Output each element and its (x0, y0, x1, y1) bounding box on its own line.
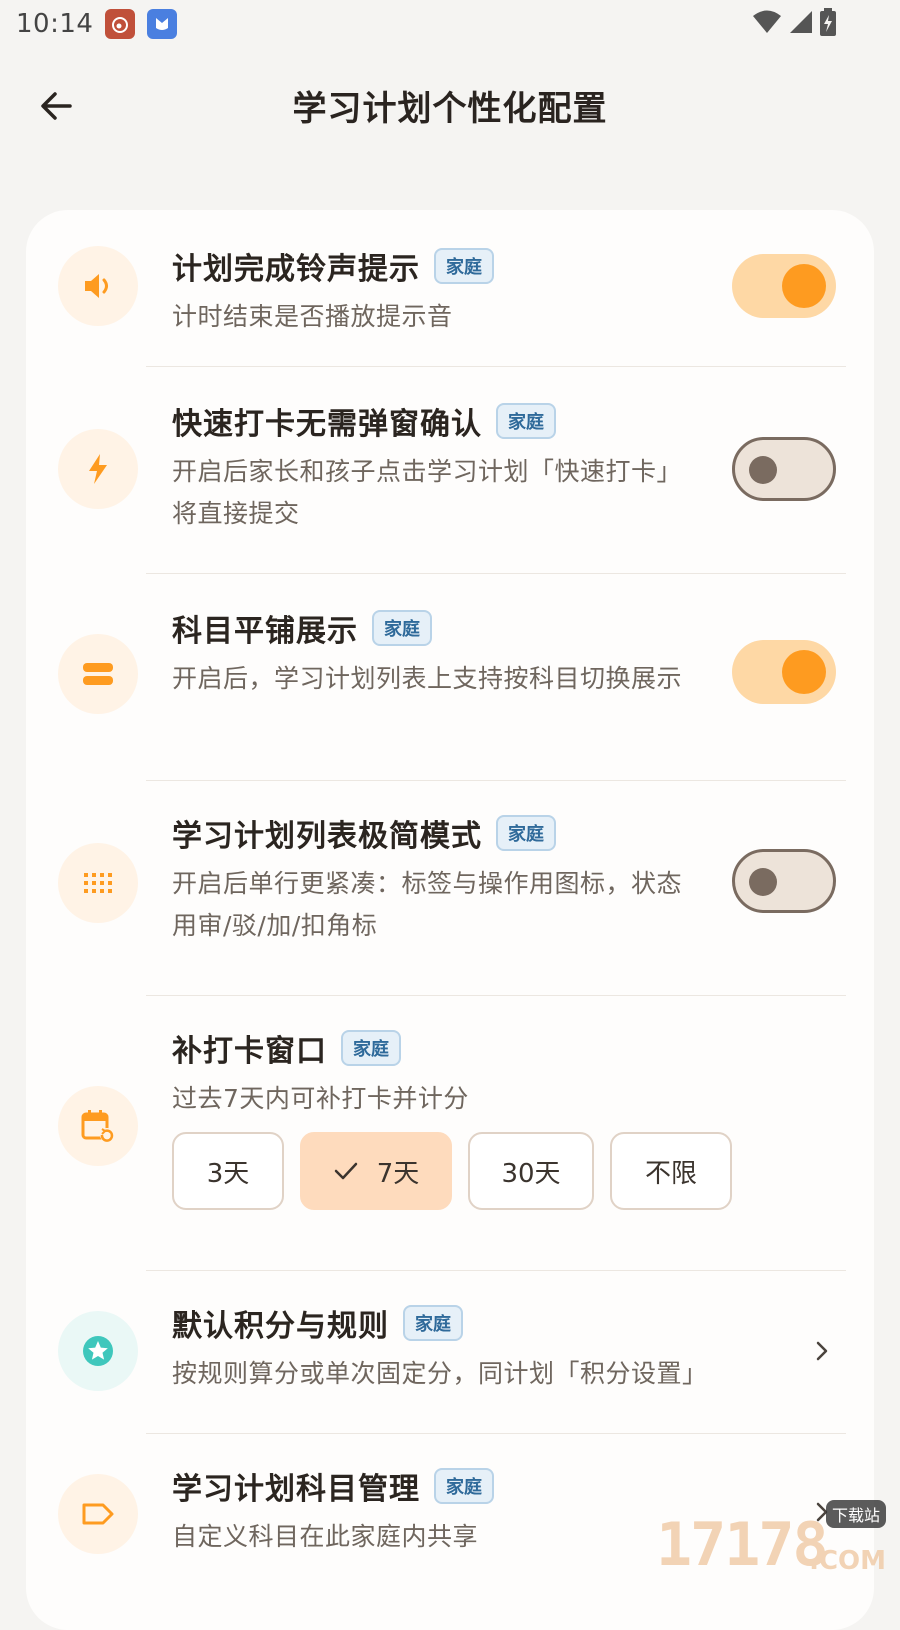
setting-title: 补打卡窗口 (172, 1034, 327, 1069)
family-badge: 家庭 (403, 1305, 463, 1341)
arrow-left-icon (41, 92, 72, 120)
site-watermark: 17178 下载站 .COM (656, 1500, 886, 1590)
status-indicators (752, 8, 836, 40)
back-button[interactable] (30, 80, 82, 132)
minimal-mode-toggle[interactable] (732, 849, 836, 913)
option-7-days[interactable]: 7天 (300, 1132, 452, 1210)
setting-description: 计时结束是否播放提示音 (172, 302, 453, 331)
setting-title: 学习计划列表极简模式 (172, 819, 482, 854)
calendar-refresh-icon (58, 1086, 138, 1166)
setting-row-minimal-mode: 学习计划列表极简模式 家庭 开启后单行更紧凑：标签与操作用图标，状态用审/驳/加… (26, 781, 874, 991)
option-30-days[interactable]: 30天 (468, 1132, 594, 1210)
setting-title: 科目平铺展示 (172, 614, 358, 649)
setting-row-default-points[interactable]: 默认积分与规则 家庭 按规则算分或单次固定分，同计划「积分设置」 (26, 1271, 874, 1433)
star-badge-icon (58, 1311, 138, 1391)
setting-description: 开启后单行更紧凑：标签与操作用图标，状态用审/驳/加/扣角标 (172, 869, 683, 940)
setting-row-subject-tiles: 科目平铺展示 家庭 开启后，学习计划列表上支持按科目切换展示 (26, 574, 874, 780)
app-notification-icon (147, 9, 178, 39)
volume-icon (58, 246, 138, 326)
completion-sound-toggle[interactable] (732, 254, 836, 318)
setting-title: 学习计划科目管理 (172, 1472, 420, 1507)
setting-description: 按规则算分或单次固定分，同计划「积分设置」 (172, 1359, 708, 1388)
option-unlimited[interactable]: 不限 (610, 1132, 732, 1210)
wifi-icon (752, 9, 782, 39)
settings-card: 计划完成铃声提示 家庭 计时结束是否播放提示音 快速打卡无需弹窗确认 家庭 开启… (26, 210, 874, 1630)
setting-row-completion-sound: 计划完成铃声提示 家庭 计时结束是否播放提示音 (26, 210, 874, 366)
signal-icon (788, 9, 814, 39)
watermark-number: 17178 (656, 1510, 829, 1580)
setting-title: 默认积分与规则 (172, 1309, 389, 1344)
family-badge: 家庭 (496, 815, 556, 851)
option-3-days[interactable]: 3天 (172, 1132, 284, 1210)
setting-title: 快速打卡无需弹窗确认 (172, 407, 482, 442)
watermark-tag: 下载站 (825, 1500, 886, 1528)
family-badge: 家庭 (434, 248, 494, 284)
chevron-right-icon (810, 1339, 834, 1363)
family-badge: 家庭 (372, 610, 432, 646)
grid-dots-icon (58, 843, 138, 923)
tiles-icon (58, 634, 138, 714)
setting-description: 过去7天内可补打卡并计分 (172, 1084, 469, 1113)
family-badge: 家庭 (496, 403, 556, 439)
family-badge: 家庭 (341, 1030, 401, 1066)
setting-description: 开启后家长和孩子点击学习计划「快速打卡」将直接提交 (172, 457, 683, 528)
page-title: 学习计划个性化配置 (292, 88, 608, 129)
app-bar: 学习计划个性化配置 (0, 60, 900, 150)
makeup-window-options: 3天 7天 30天 不限 (172, 1132, 732, 1210)
status-time: 10:14 (16, 9, 94, 39)
weibo-notification-icon (105, 9, 136, 39)
battery-icon (820, 8, 836, 40)
quick-checkin-toggle[interactable] (732, 437, 836, 501)
setting-description: 自定义科目在此家庭内共享 (172, 1522, 479, 1551)
setting-row-makeup-window: 补打卡窗口 家庭 过去7天内可补打卡并计分 3天 7天 30天 不限 (26, 996, 874, 1266)
setting-row-quick-checkin: 快速打卡无需弹窗确认 家庭 开启后家长和孩子点击学习计划「快速打卡」将直接提交 (26, 367, 874, 573)
family-badge: 家庭 (434, 1468, 494, 1504)
watermark-suffix: .COM (809, 1546, 886, 1576)
setting-title: 计划完成铃声提示 (172, 252, 420, 287)
setting-description: 开启后，学习计划列表上支持按科目切换展示 (172, 664, 683, 693)
subject-tiles-toggle[interactable] (732, 640, 836, 704)
lightning-icon (58, 429, 138, 509)
tag-icon (58, 1474, 138, 1554)
status-bar: 10:14 (0, 0, 900, 48)
check-icon (333, 1161, 359, 1181)
